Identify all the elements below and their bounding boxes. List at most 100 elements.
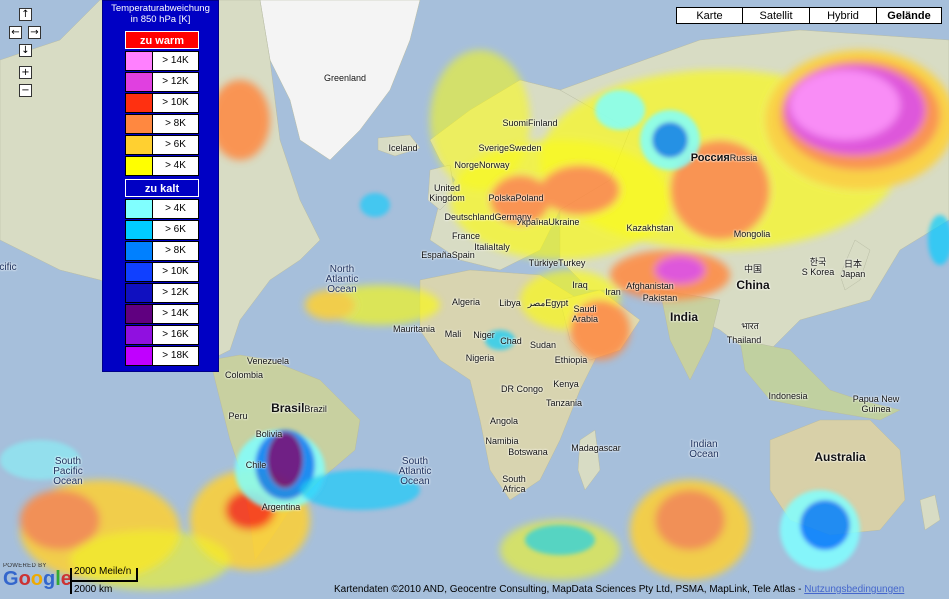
label-bolivia[interactable]: Bolivia bbox=[256, 429, 283, 439]
label-namibia[interactable]: Namibia bbox=[485, 436, 518, 446]
label-norway[interactable]: NorgeNorway bbox=[454, 160, 509, 170]
label-italy[interactable]: ItaliaItaly bbox=[474, 242, 510, 252]
label-angola[interactable]: Angola bbox=[490, 416, 518, 426]
label-south-pacific[interactable]: South Pacific Ocean bbox=[53, 457, 82, 487]
label-tanzania[interactable]: Tanzania bbox=[546, 398, 582, 408]
label-finland[interactable]: SuomiFinland bbox=[502, 118, 557, 128]
label-south-africa[interactable]: South Africa bbox=[502, 474, 526, 494]
label-kenya[interactable]: Kenya bbox=[553, 379, 579, 389]
label-mauritania[interactable]: Mauritania bbox=[393, 324, 435, 334]
legend-swatch bbox=[126, 263, 153, 281]
legend-warm-header: zu warm bbox=[125, 31, 199, 49]
legend-label: > 10K bbox=[162, 266, 189, 277]
label-peru[interactable]: Peru bbox=[228, 411, 247, 421]
pan-up-button[interactable]: ↑ bbox=[19, 8, 32, 21]
label-india[interactable]: India bbox=[670, 311, 698, 323]
pan-down-button[interactable]: ↓ bbox=[19, 44, 32, 57]
label-nigeria[interactable]: Nigeria bbox=[466, 353, 495, 363]
label-saudi-arabia[interactable]: Saudi Arabia bbox=[572, 304, 598, 324]
label-australia[interactable]: Australia bbox=[814, 451, 865, 463]
legend-row-warm: > 8K bbox=[125, 114, 199, 134]
label-indian-ocean[interactable]: Indian Ocean bbox=[689, 440, 718, 460]
label-pakistan[interactable]: Pakistan bbox=[643, 293, 678, 303]
legend-row-warm: > 12K bbox=[125, 72, 199, 92]
map-type-gelaende-button[interactable]: Gelände bbox=[876, 7, 942, 24]
label-mongolia[interactable]: Mongolia bbox=[734, 229, 771, 239]
map-type-satellit-button[interactable]: Satellit bbox=[742, 7, 810, 24]
label-ethiopia[interactable]: Ethiopia bbox=[555, 355, 588, 365]
map-attribution: Kartendaten ©2010 AND, Geocentre Consult… bbox=[334, 584, 904, 595]
label-iran[interactable]: Iran bbox=[605, 287, 621, 297]
label-chile[interactable]: Chile bbox=[246, 460, 267, 470]
map-type-karte-button[interactable]: Karte bbox=[676, 7, 743, 24]
legend-label: > 12K bbox=[162, 287, 189, 298]
legend-swatch bbox=[126, 305, 153, 323]
label-kazakhstan[interactable]: Kazakhstan bbox=[626, 223, 673, 233]
label-mali[interactable]: Mali bbox=[445, 329, 462, 339]
label-iceland[interactable]: Iceland bbox=[388, 143, 417, 153]
map-type-selector: Karte Satellit Hybrid Gelände bbox=[676, 7, 942, 24]
label-papua-new-guinea[interactable]: Papua New Guinea bbox=[853, 394, 900, 414]
scale-miles: 2000 Meile/n bbox=[74, 566, 132, 577]
legend-label: > 8K bbox=[165, 245, 186, 256]
legend-label: > 14K bbox=[162, 55, 189, 66]
legend-swatch bbox=[126, 136, 153, 154]
label-dr-congo[interactable]: DR Congo bbox=[501, 384, 543, 394]
zoom-out-button[interactable]: − bbox=[19, 84, 32, 97]
google-logo[interactable]: POWERED BY Google bbox=[3, 563, 72, 589]
label-argentina[interactable]: Argentina bbox=[262, 502, 301, 512]
legend-label: > 4K bbox=[165, 160, 186, 171]
label-india-local[interactable]: भारत bbox=[741, 321, 758, 331]
label-thailand[interactable]: Thailand bbox=[727, 335, 762, 345]
label-china[interactable]: 中国 China bbox=[736, 264, 769, 291]
label-botswana[interactable]: Botswana bbox=[508, 447, 548, 457]
legend-label: > 16K bbox=[162, 329, 189, 340]
label-south-korea[interactable]: 한국 S Korea bbox=[802, 257, 835, 277]
label-algeria[interactable]: Algeria bbox=[452, 297, 480, 307]
attribution-text: Kartendaten ©2010 AND, Geocentre Consult… bbox=[334, 584, 805, 595]
label-japan[interactable]: 日本 Japan bbox=[841, 259, 866, 279]
label-ukraine[interactable]: УкраїнаUkraine bbox=[517, 217, 580, 227]
legend-swatch bbox=[126, 52, 153, 70]
pan-left-button[interactable]: ← bbox=[9, 26, 22, 39]
label-madagascar[interactable]: Madagascar bbox=[571, 443, 621, 453]
legend-row-cold: > 18K bbox=[125, 346, 199, 366]
pan-right-button[interactable]: → bbox=[28, 26, 41, 39]
label-sweden[interactable]: SverigeSweden bbox=[478, 143, 541, 153]
label-iraq[interactable]: Iraq bbox=[572, 280, 588, 290]
temperature-legend: Temperaturabweichung in 850 hPa [K] zu w… bbox=[102, 0, 219, 372]
legend-swatch bbox=[126, 157, 153, 175]
legend-label: > 18K bbox=[162, 350, 189, 361]
label-colombia[interactable]: Colombia bbox=[225, 370, 263, 380]
label-libya[interactable]: Libya bbox=[499, 298, 521, 308]
label-south-atlantic[interactable]: South Atlantic Ocean bbox=[399, 457, 432, 487]
label-indonesia[interactable]: Indonesia bbox=[768, 391, 807, 401]
legend-swatch bbox=[126, 94, 153, 112]
legend-title: Temperaturabweichung in 850 hPa [K] bbox=[103, 1, 218, 25]
label-egypt[interactable]: مصرEgypt bbox=[528, 298, 569, 308]
label-france[interactable]: France bbox=[452, 231, 480, 241]
legend-cold-header: zu kalt bbox=[125, 179, 199, 197]
label-greenland[interactable]: Greenland bbox=[324, 73, 366, 83]
scale-km: 2000 km bbox=[74, 584, 113, 595]
label-chad[interactable]: Chad bbox=[500, 336, 522, 346]
label-poland[interactable]: PolskaPoland bbox=[488, 193, 543, 203]
label-russia[interactable]: РоссияRussia bbox=[691, 153, 758, 164]
label-pacific-edge[interactable]: cific bbox=[0, 263, 17, 273]
legend-row-warm: > 14K bbox=[125, 51, 199, 71]
label-spain[interactable]: EspañaSpain bbox=[421, 250, 475, 260]
legend-row-cold: > 14K bbox=[125, 304, 199, 324]
map-type-hybrid-button[interactable]: Hybrid bbox=[809, 7, 877, 24]
zoom-in-button[interactable]: + bbox=[19, 66, 32, 79]
label-sudan[interactable]: Sudan bbox=[530, 340, 556, 350]
label-brasil[interactable]: BrasilBrazil bbox=[271, 402, 327, 414]
label-turkey[interactable]: TürkiyeTurkey bbox=[529, 258, 586, 268]
label-north-atlantic[interactable]: North Atlantic Ocean bbox=[326, 265, 359, 295]
legend-row-warm: > 6K bbox=[125, 135, 199, 155]
label-venezuela[interactable]: Venezuela bbox=[247, 356, 289, 366]
label-afghanistan[interactable]: Afghanistan bbox=[626, 281, 674, 291]
terms-link[interactable]: Nutzungsbedingungen bbox=[804, 584, 904, 595]
legend-row-warm: > 10K bbox=[125, 93, 199, 113]
label-niger[interactable]: Niger bbox=[473, 330, 495, 340]
label-united-kingdom[interactable]: United Kingdom bbox=[429, 183, 465, 203]
